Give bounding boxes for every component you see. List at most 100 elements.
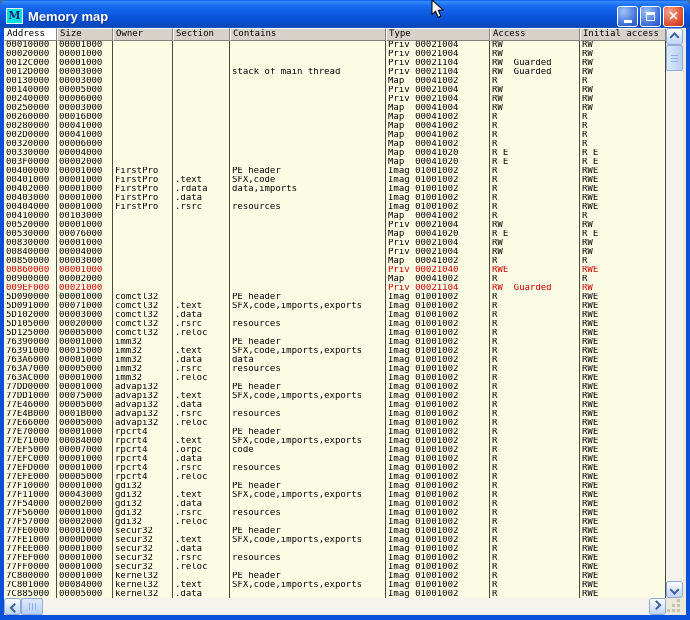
table-row[interactable]: 0041000000103000Map 00041002RR xyxy=(4,212,666,221)
titlebar[interactable]: M Memory map ✕ xyxy=(0,0,690,28)
table-row[interactable]: 77FF000000001000secur32.relocImag 010010… xyxy=(4,563,666,572)
horizontal-scrollbar[interactable] xyxy=(4,598,666,615)
table-row[interactable]: 0026000000016000Map 00041002RR xyxy=(4,113,666,122)
table-row[interactable]: 763AC00000001000imm32.relocImag 01001002… xyxy=(4,374,666,383)
scroll-down-button[interactable] xyxy=(666,581,683,598)
table-row[interactable]: 0032000000006000Map 00041002RR xyxy=(4,140,666,149)
vertical-scrollbar[interactable] xyxy=(666,28,683,598)
table-row[interactable]: 009EF00000021000Priv 00021104RW GuardedR… xyxy=(4,284,666,293)
table-row[interactable]: 5D09000000001000comctl32PE headerImag 01… xyxy=(4,293,666,302)
table-row[interactable]: 77E6600000005000advapi32.relocImag 01001… xyxy=(4,419,666,428)
table-row[interactable]: 0001000000001000Priv 00021004RWRW xyxy=(4,41,666,50)
cell-access: R xyxy=(490,302,580,311)
table-row[interactable]: 77FE10000000D000secur32.textSFX,code,imp… xyxy=(4,536,666,545)
table-row[interactable]: 0040300000001000FirstPro.dataImag 010010… xyxy=(4,194,666,203)
chevron-left-icon xyxy=(9,603,19,613)
table-row[interactable]: 77E7100000084000rpcrt4.textSFX,code,impo… xyxy=(4,437,666,446)
column-header-initial-access[interactable]: Initial access xyxy=(580,28,666,41)
table-row[interactable]: 0090000000002000Map 00041002RR xyxy=(4,275,666,284)
table-row[interactable]: 77F5600000001000gdi32.rsrcresourcesImag … xyxy=(4,509,666,518)
table-row[interactable]: 5D09100000071000comctl32.textSFX,code,im… xyxy=(4,302,666,311)
table-row[interactable]: 0012D00000003000stack of main threadPriv… xyxy=(4,68,666,77)
table-row[interactable]: 0002000000001000Priv 00021004RWRW xyxy=(4,50,666,59)
cell-contains xyxy=(230,518,386,527)
table-row[interactable]: 77EF500000007000rpcrt4.orpccodeImag 0100… xyxy=(4,446,666,455)
column-header-contains[interactable]: Contains xyxy=(230,28,386,41)
table-row[interactable]: 77FEE00000001000secur32.dataImag 0100100… xyxy=(4,545,666,554)
window-title: Memory map xyxy=(28,9,617,24)
table-row[interactable]: 7639100000015000imm32.textSFX,code,impor… xyxy=(4,347,666,356)
table-row[interactable]: 77F5700000002000gdi32.relocImag 01001002… xyxy=(4,518,666,527)
table-row[interactable]: 77FEF00000001000secur32.rsrcresourcesIma… xyxy=(4,554,666,563)
table-row[interactable]: 77DD000000001000advapi32PE headerImag 01… xyxy=(4,383,666,392)
cell-type: Imag 01001002 xyxy=(386,518,490,527)
table-row[interactable]: 0085000000003000Map 00041002RR xyxy=(4,257,666,266)
table-row[interactable]: 002D000000041000Map 00041002RR xyxy=(4,131,666,140)
table-row[interactable]: 77E4600000005000advapi32.dataImag 010010… xyxy=(4,401,666,410)
table-row[interactable]: 77F1000000001000gdi32PE headerImag 01001… xyxy=(4,482,666,491)
column-header-section[interactable]: Section xyxy=(173,28,230,41)
column-header-size[interactable]: Size xyxy=(57,28,113,41)
cell-contains xyxy=(230,140,386,149)
cell-address: 00260000 xyxy=(4,113,57,122)
table-row[interactable]: 77F5400000002000gdi32.dataImag 01001002R… xyxy=(4,500,666,509)
column-header-address[interactable]: Address xyxy=(4,28,57,41)
column-header-owner[interactable]: Owner xyxy=(113,28,173,41)
minimize-button[interactable] xyxy=(617,6,638,27)
table-row[interactable]: 0013000000003000Map 00041002RR xyxy=(4,77,666,86)
table-row[interactable]: 003F000000002000Map 00041020R ER E xyxy=(4,158,666,167)
app-icon[interactable]: M xyxy=(6,8,23,24)
cell-type: Priv 00021004 xyxy=(386,239,490,248)
table-row[interactable]: 77DD100000075000advapi32.textSFX,code,im… xyxy=(4,392,666,401)
table-row[interactable]: 5D10500000020000comctl32.rsrcresourcesIm… xyxy=(4,320,666,329)
maximize-button[interactable] xyxy=(640,6,661,27)
close-button[interactable]: ✕ xyxy=(663,6,684,27)
cell-owner: gdi32 xyxy=(113,491,173,500)
resize-grip[interactable] xyxy=(666,598,683,615)
column-header-type[interactable]: Type xyxy=(386,28,490,41)
table-row[interactable]: 0040400000001000FirstPro.rsrcresourcesIm… xyxy=(4,203,666,212)
table-row[interactable]: 7C80000000001000kernel32PE headerImag 01… xyxy=(4,572,666,581)
table-row[interactable]: 77FE000000001000secur32PE headerImag 010… xyxy=(4,527,666,536)
table-row[interactable]: 0025000000003000Map 00041004RWRW xyxy=(4,104,666,113)
horizontal-scroll-thumb[interactable] xyxy=(21,598,43,615)
table-row[interactable]: 763A600000001000imm32.datadataImag 01001… xyxy=(4,356,666,365)
table-row[interactable]: 0024000000006000Priv 00021004RWRW xyxy=(4,95,666,104)
table-row[interactable]: 0033000000004000Map 00041020R ER E xyxy=(4,149,666,158)
column-header-access[interactable]: Access xyxy=(490,28,580,41)
table-row[interactable]: 0028000000041000Map 00041002RR xyxy=(4,122,666,131)
table-row[interactable]: 763A700000005000imm32.rsrcresourcesImag … xyxy=(4,365,666,374)
vertical-scroll-thumb[interactable] xyxy=(666,45,683,71)
table-row[interactable]: 5D10200000003000comctl32.dataImag 010010… xyxy=(4,311,666,320)
table-row[interactable]: 7C80100000084000kernel32.textSFX,code,im… xyxy=(4,581,666,590)
table-row[interactable]: 77E4B0000001B000advapi32.rsrcresourcesIm… xyxy=(4,410,666,419)
table-row[interactable]: 0040100000001000FirstPro.textSFX,codeIma… xyxy=(4,176,666,185)
table-row[interactable]: 7639000000001000imm32PE headerImag 01001… xyxy=(4,338,666,347)
table-row[interactable]: 77E7000000001000rpcrt4PE headerImag 0100… xyxy=(4,428,666,437)
table-row[interactable]: 0040000000001000FirstProPE headerImag 01… xyxy=(4,167,666,176)
table-row[interactable]: 0053000000076000Map 00041020R ER E xyxy=(4,230,666,239)
table-row[interactable]: 0052000000001000Priv 00021004RWRW xyxy=(4,221,666,230)
cell-access: R xyxy=(490,338,580,347)
table-row[interactable]: 77EFE00000005000rpcrt4.relocImag 0100100… xyxy=(4,473,666,482)
table-row[interactable]: 77F1100000043000gdi32.textSFX,code,impor… xyxy=(4,491,666,500)
table-row[interactable]: 0014000000005000Priv 00021004RWRW xyxy=(4,86,666,95)
table-row[interactable]: 77EFD00000001000rpcrt4.rsrcresourcesImag… xyxy=(4,464,666,473)
table-row[interactable]: 77EFC00000001000rpcrt4.dataImag 01001002… xyxy=(4,455,666,464)
table-row[interactable]: 5D12500000005000comctl32.relocImag 01001… xyxy=(4,329,666,338)
cell-address: 77FEF000 xyxy=(4,554,57,563)
cell-contains xyxy=(230,545,386,554)
scroll-up-button[interactable] xyxy=(666,28,683,45)
cell-initial-access: RWE xyxy=(580,437,666,446)
table-row[interactable]: 0012C00000001000Priv 00021104RW GuardedR… xyxy=(4,59,666,68)
cell-contains xyxy=(230,221,386,230)
cell-size: 00003000 xyxy=(57,68,113,77)
table-row[interactable]: 0040200000001000FirstPro.rdatadata,impor… xyxy=(4,185,666,194)
table-row[interactable]: 0086000000001000Priv 00021040RWERWE xyxy=(4,266,666,275)
table-row[interactable]: 7C88500000005000kernel32.dataImag 010010… xyxy=(4,590,666,598)
table-row[interactable]: 0083000000001000Priv 00021004RWRW xyxy=(4,239,666,248)
cell-access: RWE xyxy=(490,266,580,275)
scroll-right-button[interactable] xyxy=(649,598,666,615)
scroll-left-button[interactable] xyxy=(4,598,21,615)
table-row[interactable]: 0084000000004000Priv 00021004RWRW xyxy=(4,248,666,257)
